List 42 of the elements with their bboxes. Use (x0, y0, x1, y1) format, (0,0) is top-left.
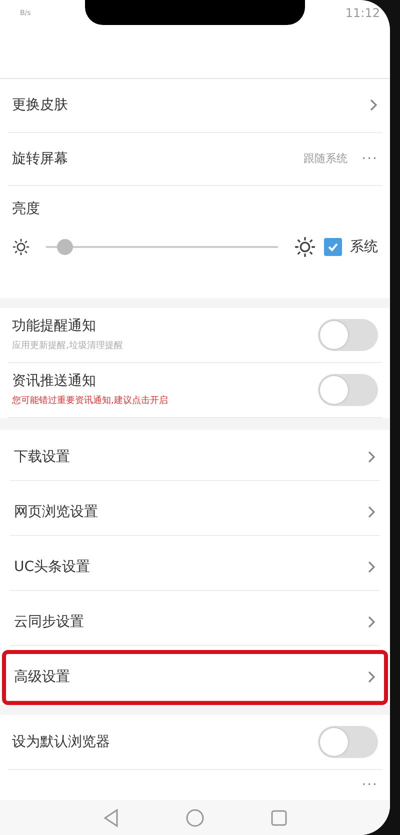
row-value: 跟随系统 (304, 151, 348, 166)
status-time: 11:12 (345, 6, 380, 20)
hint-text: 应用更新提醒,垃圾清理提醒 (12, 340, 123, 352)
slider-thumb[interactable] (56, 239, 73, 256)
toggle-switch[interactable] (318, 318, 378, 351)
warning-text: 您可能错过重要资讯通知,建议点击开启 (12, 394, 168, 408)
chevron-icon (369, 98, 378, 112)
setting-row[interactable]: 旋转屏幕 跟随系统 ··· (8, 132, 382, 186)
toggle-switch[interactable] (318, 374, 378, 406)
sun-icon (12, 238, 30, 256)
notification-label: 功能提醒通知 (12, 317, 97, 336)
setting-row[interactable]: 网页浏览设置 (10, 489, 380, 536)
row-label: 设为默认浏览器 (12, 733, 110, 752)
more-icon: ··· (362, 150, 378, 167)
chevron-icon (367, 670, 376, 684)
setting-row[interactable]: 下载设置 (10, 434, 380, 482)
chevron-icon (367, 560, 376, 574)
row-label: UC头条设置 (14, 558, 90, 576)
sun-icon (294, 236, 316, 258)
back-icon[interactable] (103, 808, 120, 827)
row-label: 网页浏览设置 (14, 503, 98, 522)
check-icon (327, 241, 339, 254)
chevron-icon (367, 615, 376, 630)
chevron-icon (367, 505, 376, 520)
toggle-switch[interactable] (318, 726, 378, 758)
chevron-icon (367, 450, 376, 464)
home-icon[interactable] (186, 808, 204, 827)
notification-label: 资讯推送通知 (12, 372, 97, 390)
row-label: 高级设置 (14, 668, 70, 686)
setting-row[interactable]: 更换皮肤 (8, 78, 382, 133)
row-label: 更换皮肤 (12, 96, 68, 114)
row-label: 旋转屏幕 (12, 150, 68, 168)
recents-icon[interactable] (270, 810, 287, 826)
row-label: 云同步设置 (14, 613, 84, 632)
setting-row[interactable]: UC头条设置 (10, 544, 380, 592)
system-checkbox[interactable] (324, 238, 342, 256)
system-label: 系统 (350, 238, 378, 256)
brightness-label: 亮度 (12, 200, 41, 218)
setting-row[interactable]: 云同步设置 (10, 599, 380, 646)
more-icon: ··· (362, 777, 378, 794)
row-label: 下载设置 (14, 448, 70, 466)
setting-row[interactable]: 高级设置 (10, 654, 380, 702)
